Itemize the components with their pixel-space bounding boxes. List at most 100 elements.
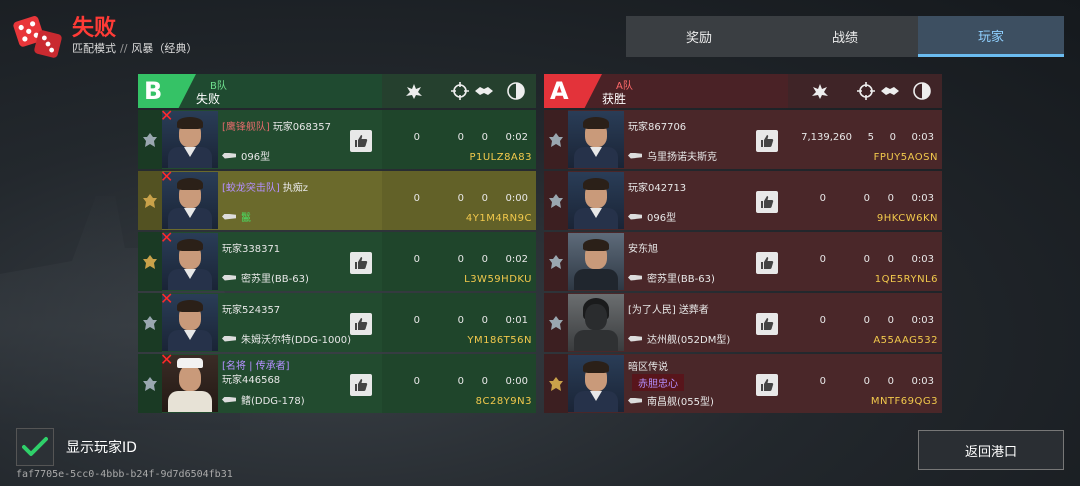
like-button[interactable] xyxy=(756,191,778,213)
team-a-result: 获胜 xyxy=(602,92,627,106)
team-a-player-row[interactable]: 暗区传说 赤胆忠心 南昌舰(055型) 0 0 0 0:03 MNTF69QG3 xyxy=(544,354,942,413)
stat-time: 0:01 xyxy=(505,315,528,326)
team-a-player-row[interactable]: 安东旭 密苏里(BB-63) 0 0 0 0:03 1QE5RYNL6 xyxy=(544,232,942,291)
return-to-port-button[interactable]: 返回港口 xyxy=(918,430,1064,470)
tab-rewards[interactable]: 奖励 xyxy=(626,16,772,57)
player-name: 玩家042713 xyxy=(628,183,687,194)
match-mode-line: 匹配模式 //风暴（经典） xyxy=(72,40,197,56)
player-id-code: 1QE5RYNL6 xyxy=(874,274,938,285)
thumbs-up-icon xyxy=(761,318,774,330)
rank-insignia-icon xyxy=(138,354,162,413)
like-button[interactable] xyxy=(756,313,778,335)
team-b-player-row[interactable]: ✕ [鹰锋舰队] 玩家068357 096型 0 0 0 0:02 P1ULZ8A… xyxy=(138,108,536,169)
stat-damage: 0 xyxy=(819,193,826,204)
team-b-panel: B B队 失败 ✕ [鹰锋舰队] 玩家068357 096型 0 0 0 0:02… xyxy=(138,74,536,415)
player-id-code: 9HKCW6KN xyxy=(876,213,938,224)
thumbs-up-icon xyxy=(761,257,774,269)
team-a-player-row[interactable]: 玩家042713 096型 0 0 0 0:03 9HKCW6KN xyxy=(544,171,942,230)
team-b-player-row[interactable]: ✕ 玩家338371 密苏里(BB-63) 0 0 0 0:02 L3W59HD… xyxy=(138,228,536,291)
like-button[interactable] xyxy=(756,252,778,274)
checkmark-icon xyxy=(22,437,48,456)
show-id-checkbox[interactable] xyxy=(16,428,54,466)
stat-assists: 0 xyxy=(887,376,894,387)
stat-kills: 0 xyxy=(457,315,464,326)
stat-time: 0:02 xyxy=(505,254,528,265)
ship-icon xyxy=(222,213,236,220)
stat-time: 0:03 xyxy=(911,254,934,265)
like-button[interactable] xyxy=(350,130,372,152)
destroyed-x-icon: ✕ xyxy=(160,167,174,186)
stat-kills: 0 xyxy=(457,132,464,143)
thumbs-up-icon xyxy=(355,257,368,269)
ship-line: 朱姆沃尔特(DDG-1000) xyxy=(222,331,351,346)
result-tabs: 奖励 战绩 玩家 xyxy=(626,16,1064,57)
stat-damage: 0 xyxy=(819,315,826,326)
player-name: 玩家338371 xyxy=(222,244,281,255)
player-name: 玩家068357 xyxy=(272,122,331,133)
stat-time: 0:02 xyxy=(505,132,528,143)
team-a-player-row[interactable]: [为了人民] 送葬者 达州舰(052DM型) 0 0 0 0:03 A55AAG5… xyxy=(544,293,942,352)
ship-name: 南昌舰(055型) xyxy=(647,397,714,408)
player-id-code: 8C28Y9N3 xyxy=(475,396,532,407)
player-id-code: 4Y1M4RN9C xyxy=(465,213,532,224)
stat-time: 0:03 xyxy=(911,193,934,204)
rank-insignia-icon xyxy=(544,110,568,169)
rank-insignia-icon xyxy=(544,171,568,230)
team-b-player-row[interactable]: ✕ 玩家524357 朱姆沃尔特(DDG-1000) 0 0 0 0:01 YM… xyxy=(138,289,536,352)
team-b-result: 失败 xyxy=(196,92,221,106)
match-mode: 匹配模式 xyxy=(72,42,116,55)
tab-players[interactable]: 玩家 xyxy=(918,16,1064,57)
like-button[interactable] xyxy=(350,374,372,396)
ship-name: 鬣 xyxy=(241,213,251,224)
team-b-player-row[interactable]: ✕ [名将 | 传承者] 玩家446568 鳍(DDG-178) 0 0 0 0… xyxy=(138,352,536,413)
ship-name: 096型 xyxy=(647,213,677,224)
ship-icon xyxy=(222,335,236,342)
player-name: 玩家446568 xyxy=(222,375,281,386)
destroyed-x-icon: ✕ xyxy=(160,228,174,247)
player-name: 送葬者 xyxy=(678,305,709,316)
stat-damage: 7,139,260 xyxy=(801,132,852,143)
crosshair-icon xyxy=(451,82,469,100)
player-clan: [蛟龙突击队] xyxy=(222,183,280,194)
destroyed-x-icon: ✕ xyxy=(160,289,174,308)
team-b-player-row[interactable]: ✕ [蛟龙突击队] 执痴z 鬣 0 0 0 0:00 4Y1M4RN9C xyxy=(138,167,536,230)
player-name: 安东旭 xyxy=(628,244,658,255)
stat-kills: 0 xyxy=(457,193,464,204)
ship-line: 密苏里(BB-63) xyxy=(628,270,715,285)
thumbs-up-icon xyxy=(355,318,368,330)
ship-line: 096型 xyxy=(628,209,676,224)
ship-icon xyxy=(628,397,642,404)
like-button[interactable] xyxy=(756,130,778,152)
session-id: faf7705e-5cc0-4bbb-b24f-9d7d6504fb31 xyxy=(16,469,233,480)
show-player-id-toggle[interactable]: 显示玩家ID xyxy=(16,428,137,466)
ship-icon xyxy=(222,396,236,403)
player-id-code: YM186T56N xyxy=(467,335,532,346)
stat-kills: 0 xyxy=(863,315,870,326)
stat-damage: 0 xyxy=(413,254,420,265)
stat-time: 0:03 xyxy=(911,132,934,143)
like-button[interactable] xyxy=(756,374,778,396)
avatar xyxy=(568,172,624,229)
stat-damage: 0 xyxy=(413,132,420,143)
stat-kills: 0 xyxy=(863,376,870,387)
stat-kills: 0 xyxy=(863,193,870,204)
stat-assists: 0 xyxy=(887,254,894,265)
stat-kills: 5 xyxy=(867,132,874,143)
thumbs-up-icon xyxy=(761,196,774,208)
stat-assists: 0 xyxy=(481,193,488,204)
stat-time: 0:00 xyxy=(505,376,528,387)
show-id-label: 显示玩家ID xyxy=(66,440,137,456)
player-id-code: L3W59HDKU xyxy=(464,274,532,285)
ship-line: 096型 xyxy=(222,148,270,163)
stat-damage: 0 xyxy=(413,376,420,387)
stat-assists: 0 xyxy=(887,193,894,204)
like-button[interactable] xyxy=(350,313,372,335)
team-a-player-row[interactable]: 玩家867706 乌里扬诺夫斯克 7,139,260 5 0 0:03 FPUY… xyxy=(544,110,942,169)
tab-records[interactable]: 战绩 xyxy=(772,16,918,57)
avatar xyxy=(568,233,624,290)
damage-icon xyxy=(406,84,422,99)
timer-icon xyxy=(913,82,931,100)
rank-insignia-icon xyxy=(544,232,568,291)
like-button[interactable] xyxy=(350,252,372,274)
player-clan: [为了人民] xyxy=(628,305,676,316)
